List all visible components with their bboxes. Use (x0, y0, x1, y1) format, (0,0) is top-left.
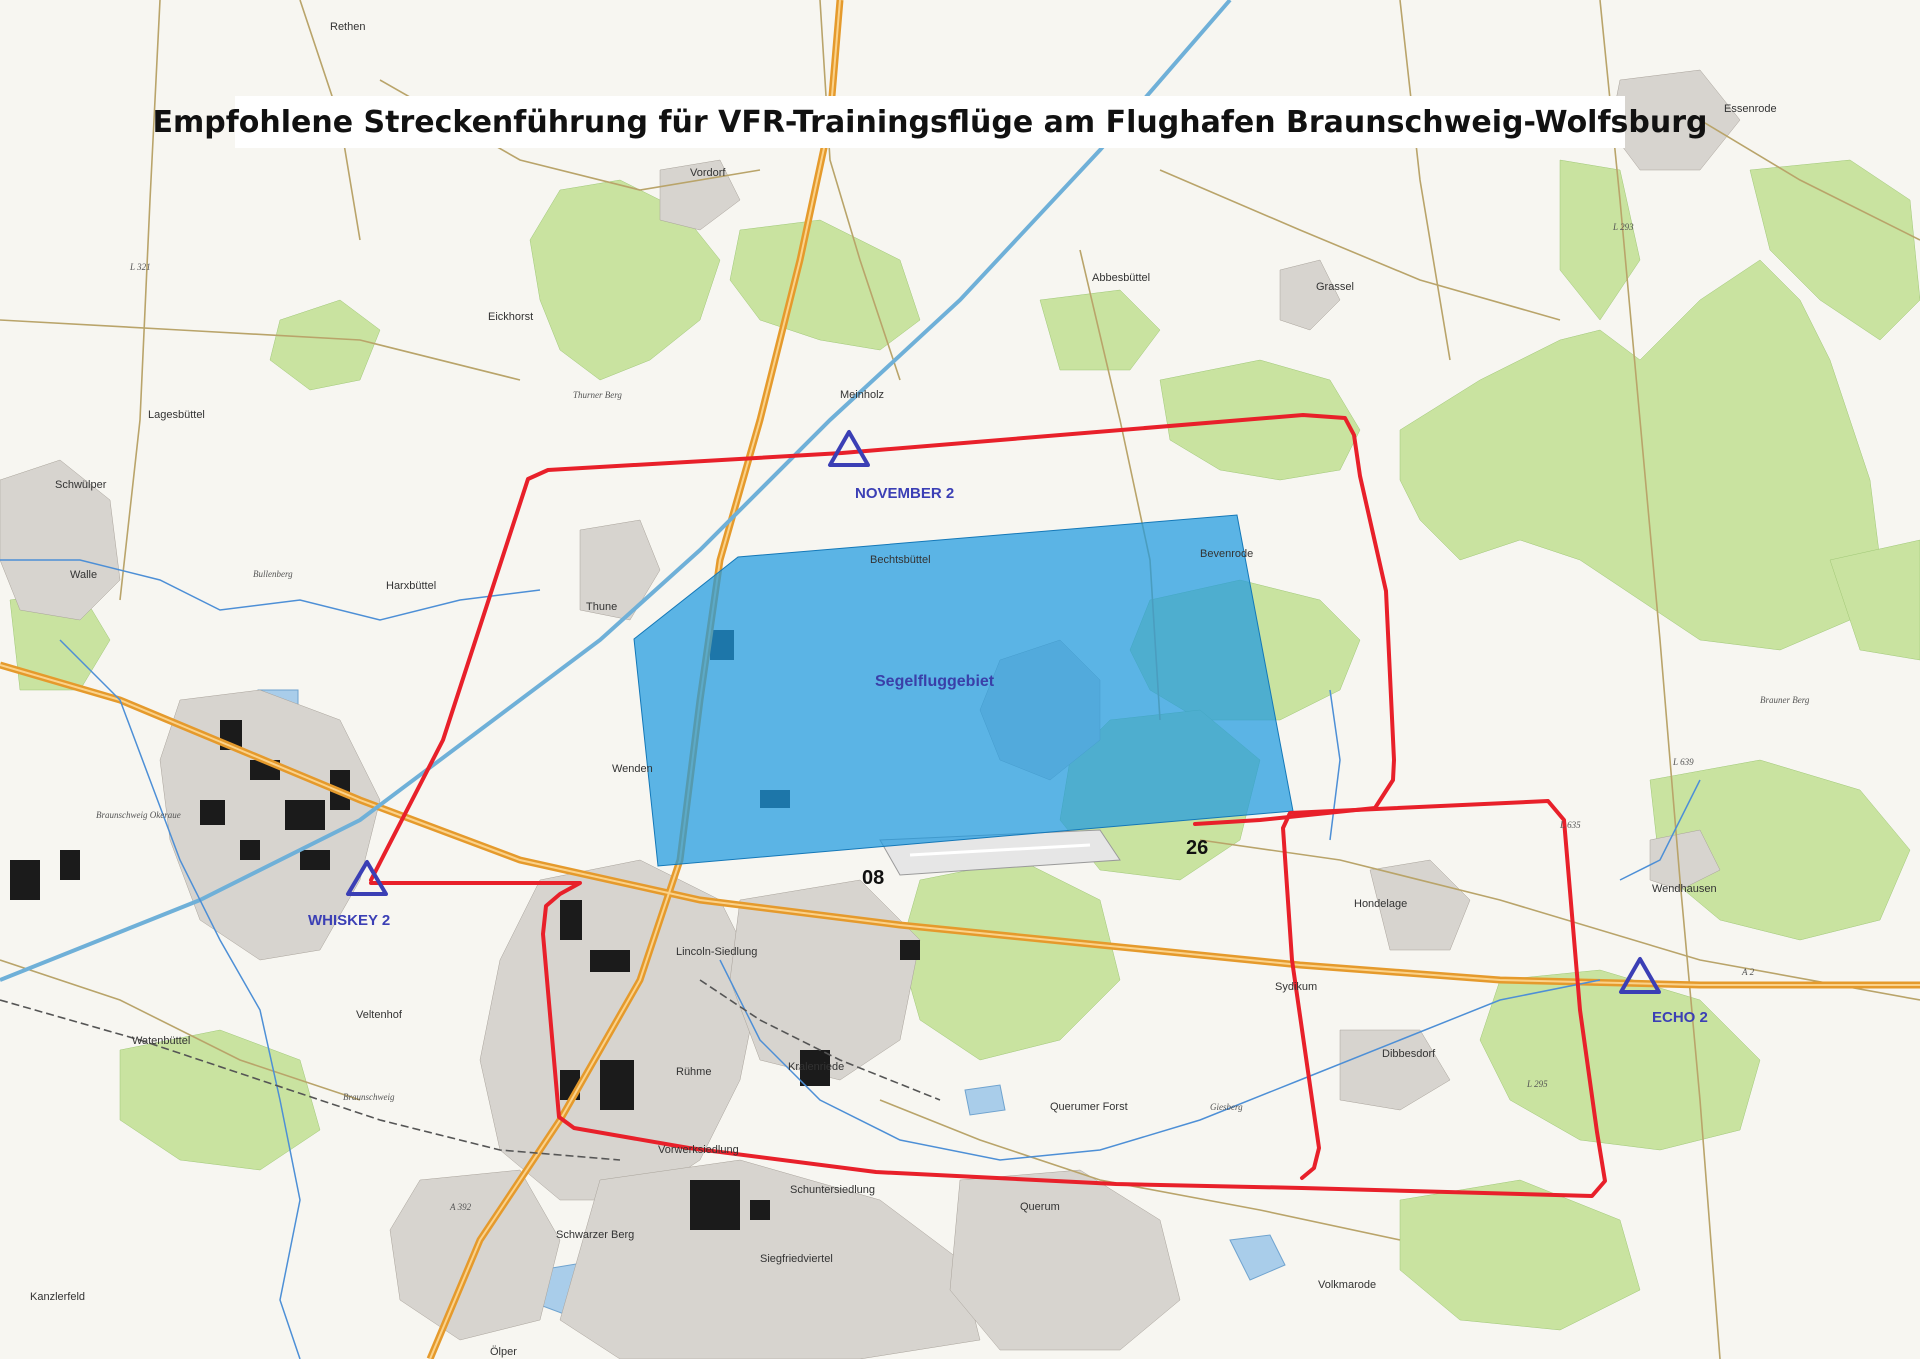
place-label: Vordorf (690, 167, 726, 179)
runway-08-label: 08 (862, 867, 884, 889)
place-label: Ölper (490, 1346, 517, 1358)
terrain-label: Giesberg (1210, 1102, 1243, 1112)
place-label: Volkmarode (1318, 1279, 1376, 1291)
road-label: A 2 (1741, 967, 1755, 977)
road-label: L 635 (1559, 820, 1581, 830)
place-label: Meinholz (840, 389, 884, 401)
road-label: L 639 (1672, 757, 1694, 767)
terrain-label: Bullenberg (253, 569, 293, 579)
place-label: Querum (1020, 1201, 1060, 1213)
place-label: Eickhorst (488, 311, 533, 323)
place-label: Rühme (676, 1066, 711, 1078)
road-label: L 295 (1526, 1079, 1548, 1089)
road-label: L 321 (129, 262, 151, 272)
map-root: NOVEMBER 2 WHISKEY 2 ECHO 2 Segelfluggeb… (0, 0, 1920, 1359)
terrain-label: Braunschweig Okeraue (96, 810, 181, 820)
place-label: Rethen (330, 21, 365, 33)
place-label: Kanzlerfeld (30, 1291, 85, 1303)
glider-area (633, 514, 1294, 867)
topographic-map: NOVEMBER 2 WHISKEY 2 ECHO 2 Segelfluggeb… (0, 0, 1920, 1359)
place-label: Vorwerksiedlung (658, 1144, 739, 1156)
place-label: Dibbesdorf (1382, 1048, 1436, 1060)
place-label: Wenden (612, 763, 653, 775)
place-label: Siegfriedviertel (760, 1253, 833, 1265)
place-label: Lincoln-Siedlung (676, 946, 757, 958)
place-label: Querumer Forst (1050, 1101, 1128, 1113)
place-label: Lagesbüttel (148, 409, 205, 421)
place-label: Veltenhof (356, 1009, 403, 1021)
place-label: Bevenrode (1200, 548, 1253, 560)
place-label: Harxbüttel (386, 580, 436, 592)
terrain-label: Braunschweig (343, 1092, 395, 1102)
place-label: Sydikum (1275, 981, 1317, 993)
place-label: Thune (586, 601, 617, 613)
map-title: Empfohlene Streckenführung für VFR-Train… (152, 104, 1708, 140)
waypoint-label-whiskey: WHISKEY 2 (308, 912, 390, 929)
place-label: Abbesbüttel (1092, 272, 1150, 284)
place-label: Essenrode (1724, 103, 1777, 115)
road-label: A 392 (449, 1202, 472, 1212)
place-label: Wendhausen (1652, 883, 1717, 895)
map-title-box: Empfohlene Streckenführung für VFR-Train… (153, 96, 1707, 148)
place-label: Watenbüttel (132, 1035, 190, 1047)
place-label: Bechtsbüttel (870, 554, 931, 566)
place-label: Schwülper (55, 479, 107, 491)
place-label: Schuntersiedlung (790, 1184, 875, 1196)
waypoint-label-november: NOVEMBER 2 (855, 485, 954, 502)
place-label: Grassel (1316, 281, 1354, 293)
road-label: L 293 (1612, 222, 1634, 232)
terrain-label: Brauner Berg (1760, 695, 1810, 705)
place-label: Hondelage (1354, 898, 1407, 910)
terrain-label: Thurner Berg (573, 390, 622, 400)
glider-area-label: Segelfluggebiet (875, 673, 995, 690)
place-label: Schwarzer Berg (556, 1229, 634, 1241)
place-label: Kralenriede (788, 1061, 844, 1073)
place-label: Walle (70, 569, 97, 581)
waypoint-label-echo: ECHO 2 (1652, 1009, 1708, 1026)
runway-26-label: 26 (1186, 837, 1208, 859)
